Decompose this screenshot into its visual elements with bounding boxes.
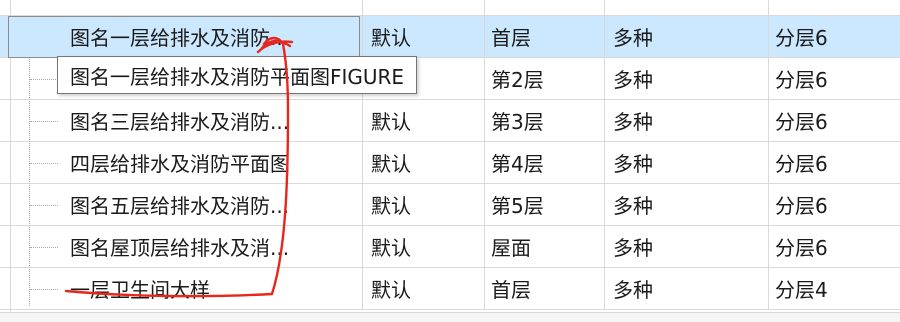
cell-type: 多种 bbox=[604, 100, 768, 141]
cell-default: 默认 bbox=[362, 16, 484, 57]
cell-name: 图名屋顶层给排水及消... bbox=[70, 236, 290, 260]
cell-name: 图名一层给排水及消防... bbox=[70, 26, 290, 50]
drawing-list-grid: 图名一层给排水及消防... 默认 首层 多种 分层6 第2层 多种 分层6 图名… bbox=[0, 0, 900, 322]
cell-layer: 分层6 bbox=[768, 184, 900, 225]
cell-layer bbox=[768, 0, 900, 15]
cell-type: 多种 bbox=[604, 142, 768, 183]
cell-default bbox=[362, 0, 484, 15]
cell-default: 默认 bbox=[362, 268, 484, 309]
cell-name: 一层卫生间大样 bbox=[70, 278, 210, 302]
cell-type bbox=[604, 0, 768, 15]
table-row[interactable]: 图名五层给排水及消防... 默认 第5层 多种 分层6 bbox=[0, 184, 900, 226]
cell-default: 默认 bbox=[362, 142, 484, 183]
table-row[interactable]: 四层给排水及消防平面图 默认 第4层 多种 分层6 bbox=[0, 142, 900, 184]
cell-type: 多种 bbox=[604, 268, 768, 309]
cell-floor: 第4层 bbox=[484, 142, 604, 183]
cell-type: 多种 bbox=[604, 58, 768, 99]
name-tooltip: 图名一层给排水及消防平面图FIGURE bbox=[57, 56, 418, 94]
cell-type: 多种 bbox=[604, 184, 768, 225]
tooltip-text: 图名一层给排水及消防平面图FIGURE bbox=[70, 64, 405, 89]
cell-layer: 分层6 bbox=[768, 100, 900, 141]
cell-floor bbox=[484, 0, 604, 15]
table-row[interactable]: 图名三层给排水及消防... 默认 第3层 多种 分层6 bbox=[0, 100, 900, 142]
cell-layer: 分层6 bbox=[768, 226, 900, 267]
cell-name: 图名五层给排水及消防... bbox=[70, 194, 290, 218]
cell-layer: 分层4 bbox=[768, 268, 900, 309]
table-row[interactable]: 一层卫生间大样 默认 首层 多种 分层4 bbox=[0, 268, 900, 310]
cell-default: 默认 bbox=[362, 184, 484, 225]
cell-type: 多种 bbox=[604, 226, 768, 267]
cell-layer: 分层6 bbox=[768, 142, 900, 183]
cell-floor: 第2层 bbox=[484, 58, 604, 99]
cell-name: 四层给排水及消防平面图 bbox=[70, 152, 290, 176]
cell-default: 默认 bbox=[362, 100, 484, 141]
cell-type: 多种 bbox=[604, 16, 768, 57]
cell-floor: 首层 bbox=[484, 16, 604, 57]
table-row[interactable]: 图名屋顶层给排水及消... 默认 屋面 多种 分层6 bbox=[0, 226, 900, 268]
cell-floor: 第5层 bbox=[484, 184, 604, 225]
table-row-partial[interactable] bbox=[0, 0, 900, 16]
cell-floor: 首层 bbox=[484, 268, 604, 309]
cell-name bbox=[0, 0, 362, 15]
cell-floor: 屋面 bbox=[484, 226, 604, 267]
cell-layer: 分层6 bbox=[768, 58, 900, 99]
cell-name: 图名三层给排水及消防... bbox=[70, 110, 290, 134]
table-row-selected[interactable]: 图名一层给排水及消防... 默认 首层 多种 分层6 bbox=[0, 16, 900, 58]
cell-layer: 分层6 bbox=[768, 16, 900, 57]
cell-floor: 第3层 bbox=[484, 100, 604, 141]
cell-default: 默认 bbox=[362, 226, 484, 267]
